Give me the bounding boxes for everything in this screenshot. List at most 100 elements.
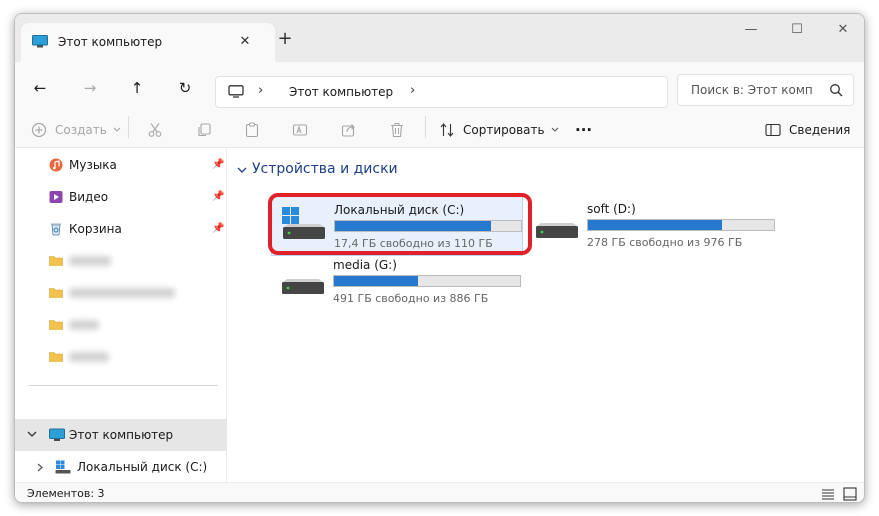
pin-icon[interactable]: 📌 bbox=[212, 159, 224, 170]
hard-drive-icon bbox=[536, 223, 578, 238]
command-bar: Создать Сортировать ··· Сведения bbox=[15, 112, 864, 148]
items-count: Элементов: 3 bbox=[27, 487, 105, 500]
details-pane-button[interactable]: Сведения bbox=[765, 115, 850, 145]
hard-drive-icon bbox=[282, 279, 324, 294]
pin-icon[interactable]: 📌 bbox=[212, 223, 224, 234]
new-tab-button[interactable]: + bbox=[273, 28, 297, 52]
close-window-button[interactable]: ✕ bbox=[823, 14, 863, 44]
sidebar-item-recycle-bin[interactable]: Корзина 📌 bbox=[15, 215, 227, 243]
cut-button[interactable] bbox=[147, 115, 163, 145]
rename-button[interactable] bbox=[292, 115, 308, 145]
plus-circle-icon bbox=[31, 122, 47, 138]
drive-tile-g[interactable]: media (G:) 491 ГБ свободно из 886 ГБ bbox=[271, 252, 523, 312]
windows-drive-icon bbox=[55, 460, 71, 474]
copy-icon bbox=[198, 123, 211, 137]
drive-usage-bar bbox=[587, 219, 775, 231]
tiles-view-icon[interactable] bbox=[842, 486, 858, 502]
monitor-icon bbox=[49, 428, 65, 441]
chevron-down-icon[interactable] bbox=[27, 430, 37, 438]
copy-button[interactable] bbox=[196, 115, 212, 145]
sidebar-item-label: Видео bbox=[69, 190, 109, 204]
recycle-bin-icon bbox=[51, 223, 61, 236]
sidebar-folder[interactable] bbox=[15, 343, 227, 371]
breadcrumb-this-pc[interactable]: Этот компьютер bbox=[289, 85, 393, 99]
sidebar-item-label: Этот компьютер bbox=[69, 428, 174, 442]
navigation-pane: Музыка 📌 Видео 📌 Корзина 📌 Этот компьюте… bbox=[15, 148, 227, 482]
rename-icon bbox=[292, 124, 308, 136]
sort-arrows-icon bbox=[440, 123, 454, 137]
search-input[interactable] bbox=[691, 83, 821, 97]
sidebar-folder[interactable] bbox=[15, 279, 227, 307]
delete-button[interactable] bbox=[389, 115, 405, 145]
search-icon bbox=[830, 84, 843, 97]
clipboard-icon bbox=[245, 122, 259, 138]
paste-button[interactable] bbox=[244, 115, 260, 145]
maximize-button[interactable]: ☐ bbox=[777, 14, 817, 44]
drive-usage-bar bbox=[333, 275, 521, 287]
sidebar-item-label: Музыка bbox=[69, 158, 117, 172]
breadcrumb-chevron-icon[interactable]: › bbox=[410, 83, 415, 98]
explorer-window: Этот компьютер ✕ + — ☐ ✕ ← → ↑ ↻ › Этот … bbox=[14, 13, 865, 503]
details-label: Сведения bbox=[789, 123, 851, 137]
share-button[interactable] bbox=[341, 115, 357, 145]
content-pane: Устройства и диски Локальный диск (C:) 1… bbox=[228, 148, 864, 482]
scissors-icon bbox=[148, 123, 162, 137]
drive-free-space: 491 ГБ свободно из 886 ГБ bbox=[333, 292, 489, 305]
address-bar[interactable]: › Этот компьютер › bbox=[215, 76, 668, 108]
drive-free-space: 278 ГБ свободно из 976 ГБ bbox=[587, 236, 743, 249]
blurred-folder-name bbox=[69, 352, 109, 362]
breadcrumb-separator-icon[interactable]: › bbox=[258, 83, 263, 98]
monitor-outline-icon bbox=[228, 85, 244, 98]
sidebar-item-music[interactable]: Музыка 📌 bbox=[15, 151, 227, 179]
blurred-folder-name bbox=[69, 320, 99, 330]
drive-name: soft (D:) bbox=[587, 202, 636, 216]
blurred-folder-name bbox=[69, 288, 175, 298]
up-button[interactable]: ↑ bbox=[124, 76, 150, 100]
drive-tile-d[interactable]: soft (D:) 278 ГБ свободно из 976 ГБ bbox=[525, 196, 777, 256]
folder-icon bbox=[49, 352, 63, 362]
trash-icon bbox=[391, 123, 403, 138]
highlight-annotation bbox=[268, 193, 532, 255]
sidebar-item-label: Корзина bbox=[69, 222, 122, 236]
share-icon bbox=[341, 124, 355, 137]
details-pane-icon bbox=[765, 123, 781, 137]
chevron-down-icon[interactable] bbox=[236, 164, 248, 176]
title-bar: Этот компьютер ✕ + — ☐ ✕ bbox=[15, 14, 864, 62]
sidebar-item-local-disk-c[interactable]: Локальный диск (C:) bbox=[15, 452, 227, 482]
folder-icon bbox=[49, 288, 63, 298]
sidebar-item-video[interactable]: Видео 📌 bbox=[15, 183, 227, 211]
blurred-folder-name bbox=[69, 256, 111, 266]
tab-title: Этот компьютер bbox=[58, 35, 163, 49]
tab-close-button[interactable]: ✕ bbox=[234, 31, 256, 53]
sort-button[interactable]: Сортировать bbox=[439, 115, 559, 145]
sidebar-divider bbox=[29, 385, 218, 386]
forward-button[interactable]: → bbox=[77, 76, 103, 100]
drive-usage-fill bbox=[588, 220, 722, 230]
chevron-right-icon[interactable] bbox=[37, 463, 43, 472]
video-icon bbox=[49, 191, 63, 203]
pin-icon[interactable]: 📌 bbox=[212, 191, 224, 202]
chevron-down-icon bbox=[113, 127, 121, 132]
music-icon bbox=[49, 158, 63, 172]
create-button[interactable]: Создать bbox=[31, 115, 121, 145]
sidebar-item-label: Локальный диск (C:) bbox=[77, 460, 208, 474]
refresh-button[interactable]: ↻ bbox=[172, 76, 198, 100]
sidebar-folder[interactable] bbox=[15, 311, 227, 339]
sidebar-folder[interactable] bbox=[15, 247, 227, 275]
chevron-down-icon bbox=[551, 127, 558, 132]
back-button[interactable]: ← bbox=[27, 76, 53, 100]
navigation-bar: ← → ↑ ↻ › Этот компьютер › bbox=[15, 62, 864, 112]
details-view-icon[interactable] bbox=[820, 486, 836, 502]
group-header-devices[interactable]: Устройства и диски bbox=[252, 161, 398, 177]
sidebar-item-this-pc[interactable]: Этот компьютер bbox=[15, 419, 227, 451]
minimize-button[interactable]: — bbox=[731, 14, 771, 44]
create-label: Создать bbox=[55, 123, 107, 137]
drive-name: media (G:) bbox=[333, 258, 397, 272]
tab-this-pc[interactable]: Этот компьютер ✕ bbox=[21, 23, 275, 62]
drive-usage-fill bbox=[334, 276, 418, 286]
search-box[interactable] bbox=[677, 74, 854, 106]
sort-label: Сортировать bbox=[463, 123, 545, 137]
toolbar-divider bbox=[425, 116, 426, 138]
more-options-button[interactable]: ··· bbox=[575, 115, 592, 145]
status-bar: Элементов: 3 bbox=[15, 482, 864, 502]
